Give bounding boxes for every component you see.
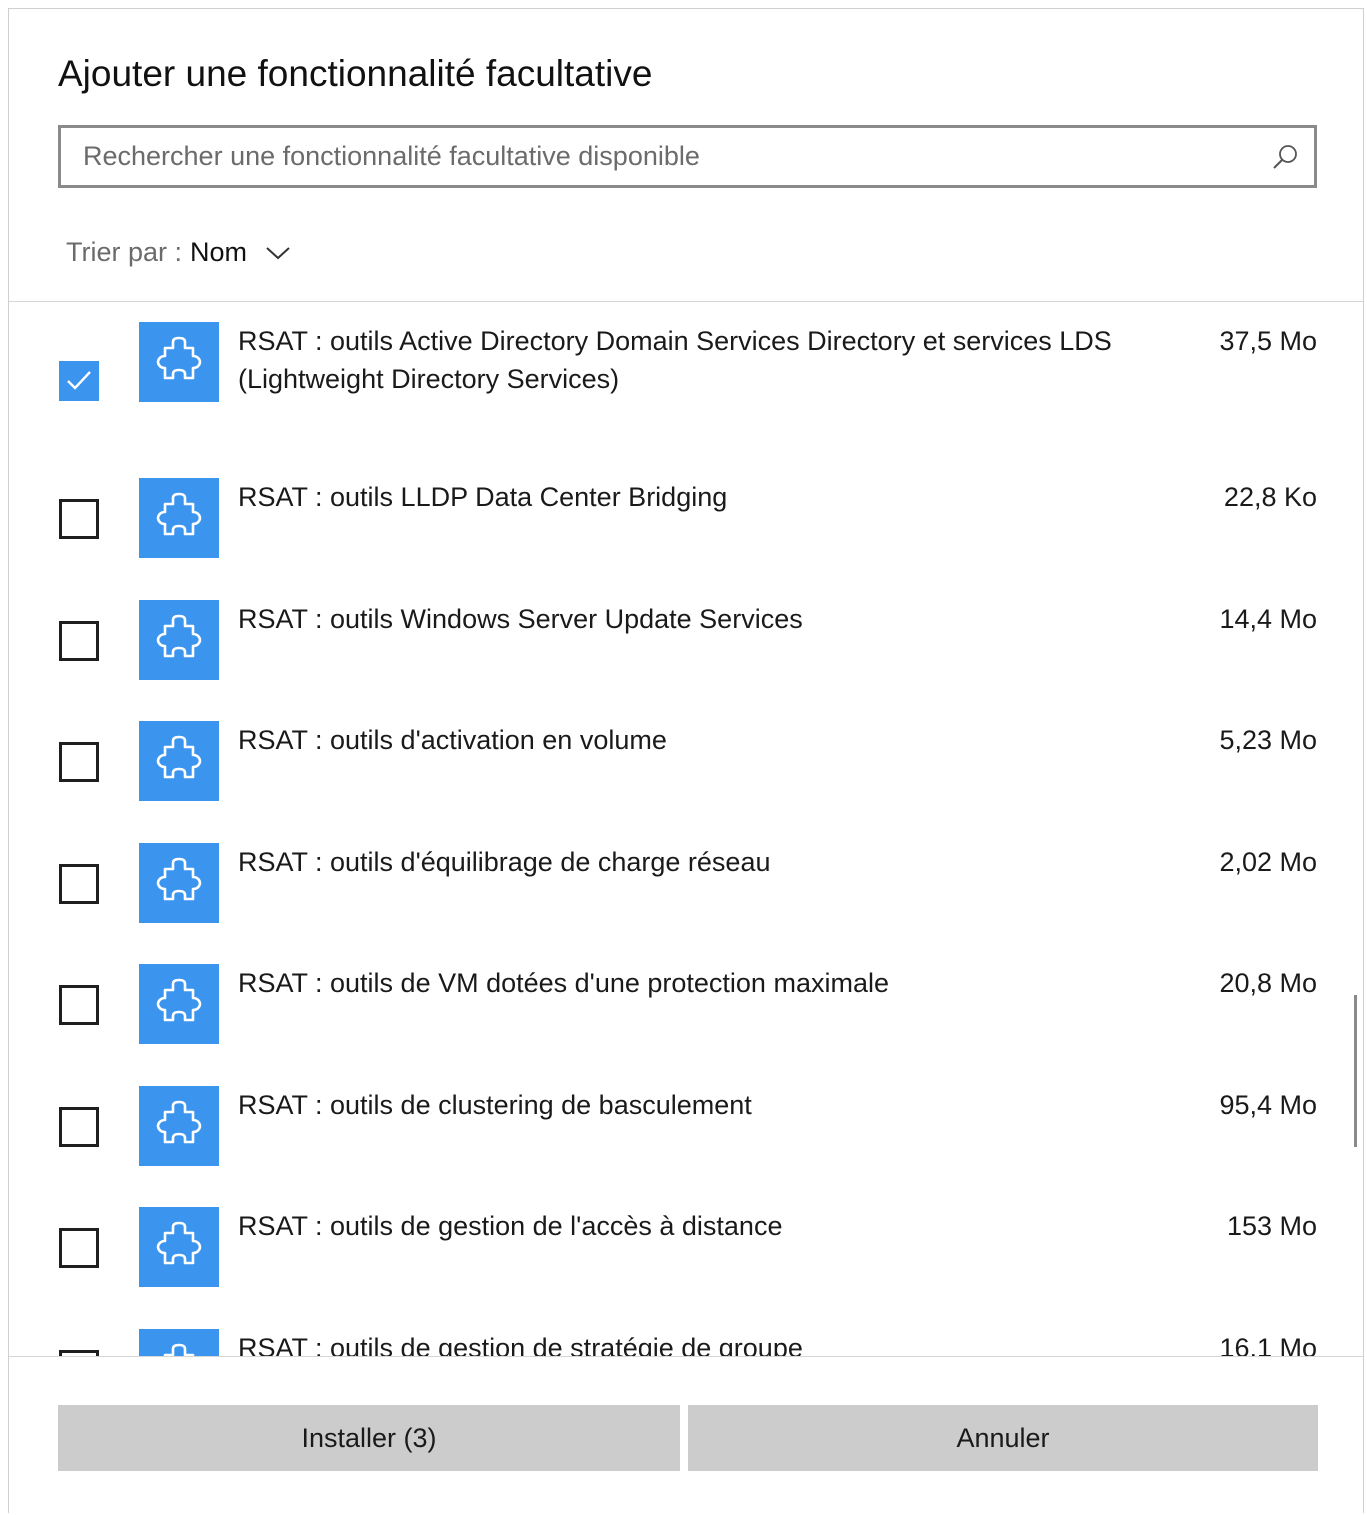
feature-name: RSAT : outils de clustering de basculeme… <box>238 1090 752 1120</box>
scrollbar-thumb[interactable] <box>1354 995 1357 1147</box>
cancel-button[interactable]: Annuler <box>688 1405 1318 1471</box>
puzzle-icon <box>139 1086 219 1166</box>
feature-size: 2,02 Mo <box>1219 847 1317 877</box>
puzzle-icon <box>139 721 219 801</box>
feature-name: RSAT : outils de VM dotées d'une protect… <box>238 968 889 998</box>
feature-name: RSAT : outils de gestion de stratégie de… <box>238 1333 803 1356</box>
sort-label: Trier par : <box>66 237 183 267</box>
feature-size: 22,8 Ko <box>1223 482 1317 512</box>
feature-name: RSAT : outils Windows Server Update Serv… <box>238 604 803 634</box>
feature-row[interactable]: RSAT : outils de gestion de stratégie de… <box>9 1329 1363 1356</box>
feature-checkbox[interactable] <box>59 499 99 539</box>
feature-checkbox[interactable] <box>59 864 99 904</box>
feature-name: RSAT : outils d'activation en volume <box>238 725 667 755</box>
feature-row[interactable]: RSAT : outils de clustering de basculeme… <box>9 1086 1363 1196</box>
feature-name: RSAT : outils Active Directory Domain Se… <box>238 326 1112 394</box>
optional-feature-dialog: Ajouter une fonctionnalité facultative T… <box>8 8 1364 1513</box>
feature-size: 14,4 Mo <box>1219 604 1317 634</box>
dialog-footer: Installer (3) Annuler <box>9 1357 1363 1513</box>
feature-row[interactable]: RSAT : outils d'activation en volume 5,23… <box>9 721 1363 831</box>
feature-checkbox[interactable] <box>59 985 99 1025</box>
feature-size: 95,4 Mo <box>1219 1090 1317 1120</box>
feature-name: RSAT : outils LLDP Data Center Bridging <box>238 482 728 512</box>
feature-size: 37,5 Mo <box>1219 326 1317 356</box>
feature-list[interactable]: RSAT : outils Active Directory Domain Se… <box>9 302 1363 1356</box>
feature-name: RSAT : outils de gestion de l'accès à di… <box>238 1211 783 1241</box>
sort-value[interactable]: Nom <box>190 237 247 268</box>
search-input[interactable] <box>83 128 1253 185</box>
feature-row[interactable]: RSAT : outils de gestion de l'accès à di… <box>9 1207 1363 1317</box>
dialog-title: Ajouter une fonctionnalité facultative <box>58 53 653 94</box>
feature-size: 20,8 Mo <box>1219 968 1317 998</box>
puzzle-icon <box>139 964 219 1044</box>
feature-row[interactable]: RSAT : outils de VM dotées d'une protect… <box>9 964 1363 1074</box>
feature-row[interactable]: RSAT : outils Active Directory Domain Se… <box>9 322 1363 432</box>
chevron-down-icon[interactable] <box>265 245 291 261</box>
feature-row[interactable]: RSAT : outils LLDP Data Center Bridging 2… <box>9 478 1363 588</box>
sort-control[interactable]: Trier par : Nom <box>66 237 291 268</box>
feature-size: 16,1 Mo <box>1219 1333 1317 1356</box>
feature-row[interactable]: RSAT : outils Windows Server Update Serv… <box>9 600 1363 710</box>
puzzle-icon <box>139 843 219 923</box>
install-button[interactable]: Installer (3) <box>58 1405 680 1471</box>
puzzle-icon <box>139 600 219 680</box>
search-icon[interactable] <box>1270 142 1300 172</box>
search-box[interactable] <box>58 125 1317 188</box>
puzzle-icon <box>139 1329 219 1356</box>
puzzle-icon <box>139 478 219 558</box>
feature-checkbox[interactable] <box>59 621 99 661</box>
feature-size: 5,23 Mo <box>1219 725 1317 755</box>
feature-checkbox[interactable] <box>59 1228 99 1268</box>
puzzle-icon <box>139 1207 219 1287</box>
puzzle-icon <box>139 322 219 402</box>
feature-name: RSAT : outils d'équilibrage de charge ré… <box>238 847 771 877</box>
feature-checkbox[interactable] <box>59 1107 99 1147</box>
feature-row[interactable]: RSAT : outils d'équilibrage de charge ré… <box>9 843 1363 953</box>
feature-checkbox[interactable] <box>59 361 99 401</box>
feature-checkbox[interactable] <box>59 742 99 782</box>
feature-size: 153 Mo <box>1226 1211 1317 1241</box>
